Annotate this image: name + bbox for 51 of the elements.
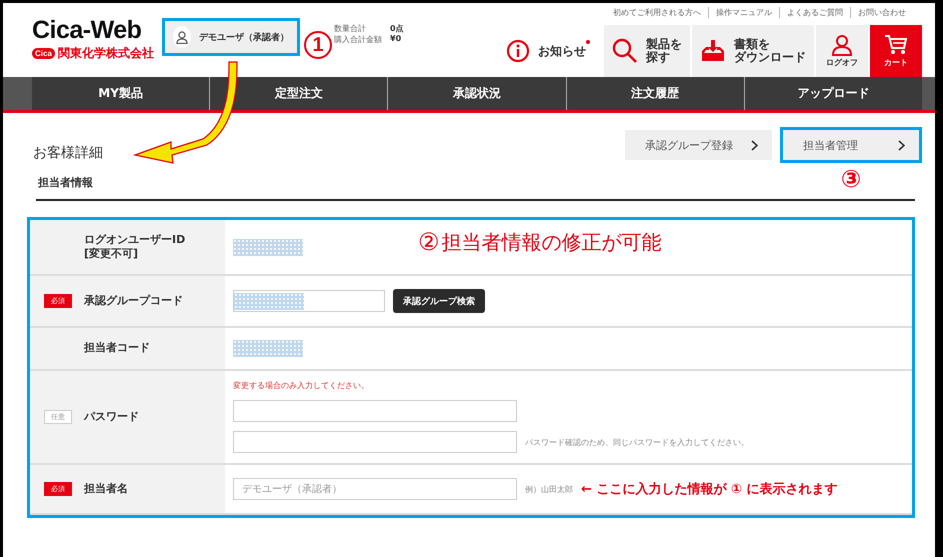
top-link[interactable]: よくあるご質問 bbox=[779, 7, 850, 18]
masked-value bbox=[233, 238, 303, 256]
example-text: 例）山田太郎 bbox=[525, 484, 573, 494]
summary-label: 購入合計金額 bbox=[334, 34, 382, 45]
callout-number: ② bbox=[418, 228, 440, 256]
summary-value: ¥0 bbox=[390, 34, 402, 45]
nav-tab[interactable]: 注文履歴 bbox=[566, 77, 744, 110]
page-title: お客様詳細 bbox=[33, 144, 103, 162]
user-name: デモユーザ（承認者） bbox=[199, 31, 289, 44]
cart-icon bbox=[884, 34, 908, 56]
top-link[interactable]: お問い合わせ bbox=[850, 7, 913, 18]
field-label: 担当者名 bbox=[84, 482, 128, 496]
cart-button[interactable]: カート bbox=[868, 25, 922, 77]
nav-link-button[interactable]: 担当者管理 bbox=[780, 127, 922, 163]
person-icon bbox=[176, 30, 188, 44]
info-icon bbox=[506, 39, 530, 63]
download-tray-icon bbox=[700, 39, 726, 63]
company-name: 関東化学株式会社 bbox=[58, 45, 154, 62]
nav-tab[interactable]: MY製品 bbox=[32, 77, 210, 110]
field-label: 担当者コード bbox=[84, 341, 150, 356]
chevron-icon bbox=[898, 140, 905, 150]
field-label: ログオンユーザーID [変更不可] bbox=[84, 232, 186, 262]
note-text: 変更する場合のみ入力してください。 bbox=[233, 380, 369, 391]
hint-text: パスワード確認のため、同じパスワードを入力してください。 bbox=[525, 436, 749, 448]
top-link[interactable]: 操作マニュアル bbox=[708, 7, 779, 18]
search-button[interactable]: 承認グループ検索 bbox=[393, 289, 485, 313]
search-button[interactable]: 製品を 探す bbox=[602, 25, 690, 77]
chevron-icon bbox=[751, 140, 758, 150]
search-icon bbox=[612, 38, 638, 64]
input-field[interactable] bbox=[233, 290, 385, 312]
nav-tab[interactable]: アップロード bbox=[744, 77, 922, 110]
top-link[interactable]: 初めてご利用される方へ bbox=[606, 7, 708, 18]
logo-mark: Cica bbox=[32, 48, 55, 59]
summary-label: 数量合計 bbox=[334, 23, 367, 34]
field-label: 承認グループコード bbox=[84, 294, 183, 308]
password-confirm-field[interactable] bbox=[233, 431, 517, 453]
nav-link-button[interactable]: 承認グループ登録 bbox=[625, 130, 772, 160]
nav-tab[interactable]: 承認状況 bbox=[387, 77, 566, 110]
annotation-text: 担当者情報の修正が可能 bbox=[442, 228, 662, 256]
logoff-button[interactable]: ログオフ bbox=[814, 25, 868, 77]
person-icon bbox=[831, 34, 853, 56]
masked-value bbox=[233, 340, 303, 357]
user-box[interactable]: デモユーザ（承認者） bbox=[162, 18, 300, 56]
download-button[interactable]: 書類を ダウンロード bbox=[690, 25, 814, 77]
callout-number: 1 bbox=[304, 31, 332, 59]
field-label: パスワード bbox=[84, 410, 139, 424]
password-field[interactable] bbox=[233, 400, 517, 422]
callout-number: ③ bbox=[840, 167, 862, 191]
annotation-text: ← ここに入力した情報が ① に表示されます bbox=[581, 480, 838, 498]
logo-title: Cica-Web bbox=[32, 18, 142, 43]
summary-value: 0点 bbox=[390, 23, 404, 34]
